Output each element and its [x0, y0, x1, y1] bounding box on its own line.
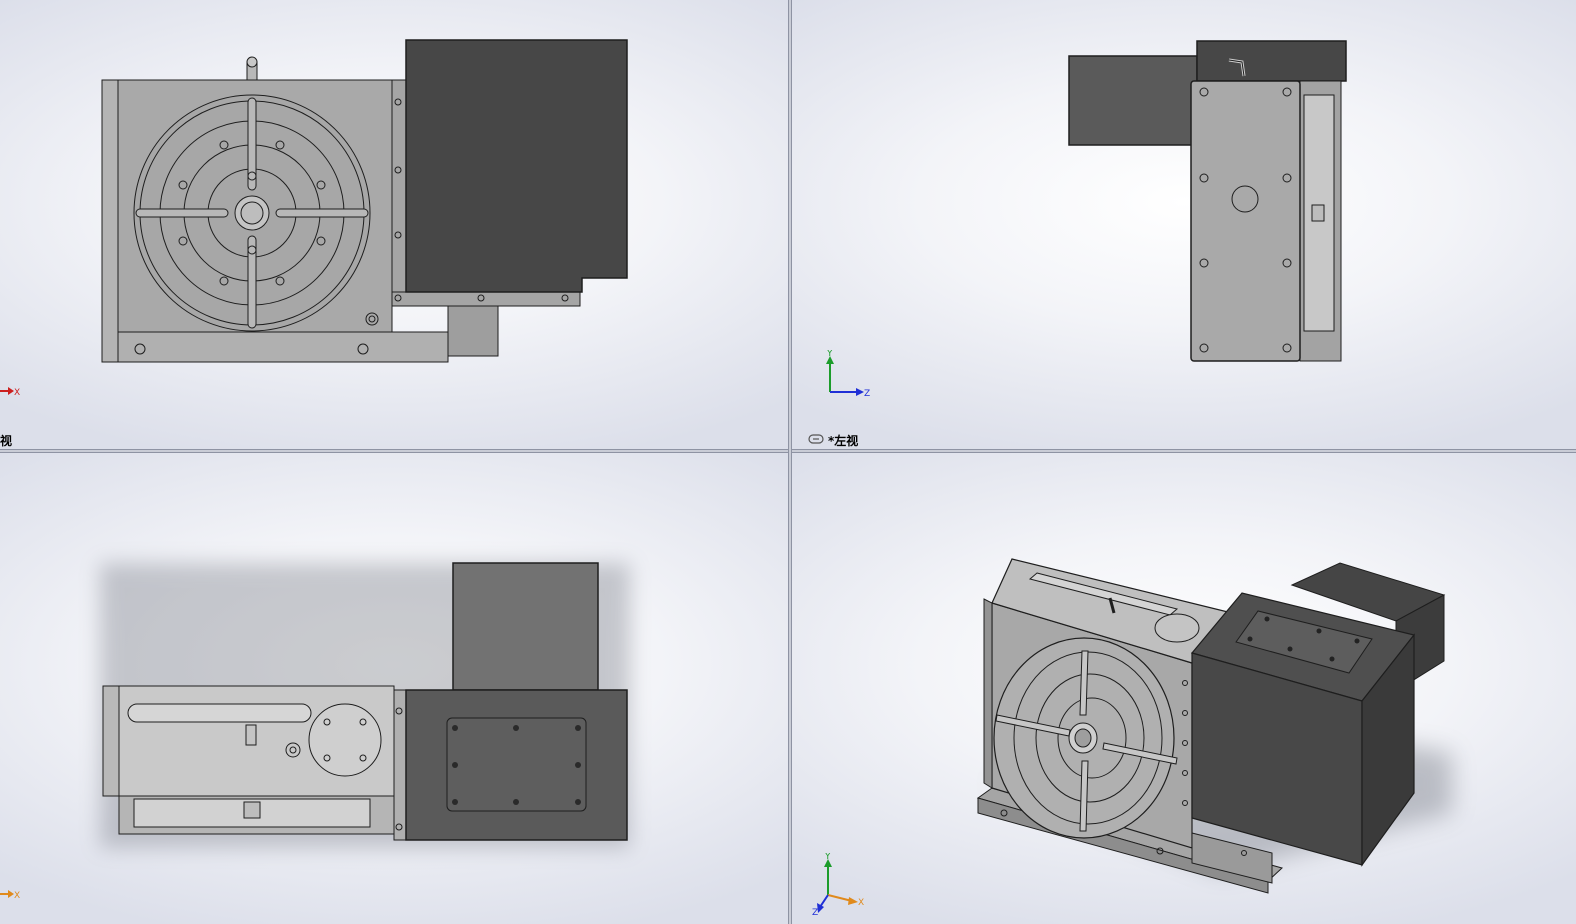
left-view-model[interactable] [792, 0, 1576, 449]
x-axis-label: X [14, 891, 20, 901]
viewport-isometric[interactable]: Y X Z [792, 453, 1576, 924]
front-view-model[interactable] [0, 0, 788, 449]
axis-triad-icon: Y Z [826, 350, 870, 398]
view-label-left: *左视 [828, 434, 859, 448]
isometric-view-model[interactable] [792, 453, 1576, 924]
x-axis-label: X [858, 898, 864, 908]
y-axis-label: Y [826, 350, 833, 359]
axis-triad-icon: X [0, 387, 20, 398]
axis-triad-icon: X [0, 890, 20, 901]
y-axis-label: Y [824, 853, 831, 862]
z-axis-label: Z [812, 908, 818, 915]
view-label-front: 视 [0, 434, 13, 448]
z-axis-label: Z [864, 389, 870, 398]
x-axis-label: X [14, 388, 20, 398]
axis-triad-icon: Y X Z [812, 853, 864, 915]
vertical-viewport-splitter[interactable] [788, 0, 792, 924]
viewport-top[interactable]: X [0, 453, 788, 924]
viewport-left[interactable]: Y Z *左视 [792, 0, 1576, 449]
top-view-model[interactable] [0, 453, 788, 924]
viewport-front[interactable]: X 视 [0, 0, 788, 449]
view-link-icon[interactable] [808, 434, 824, 444]
